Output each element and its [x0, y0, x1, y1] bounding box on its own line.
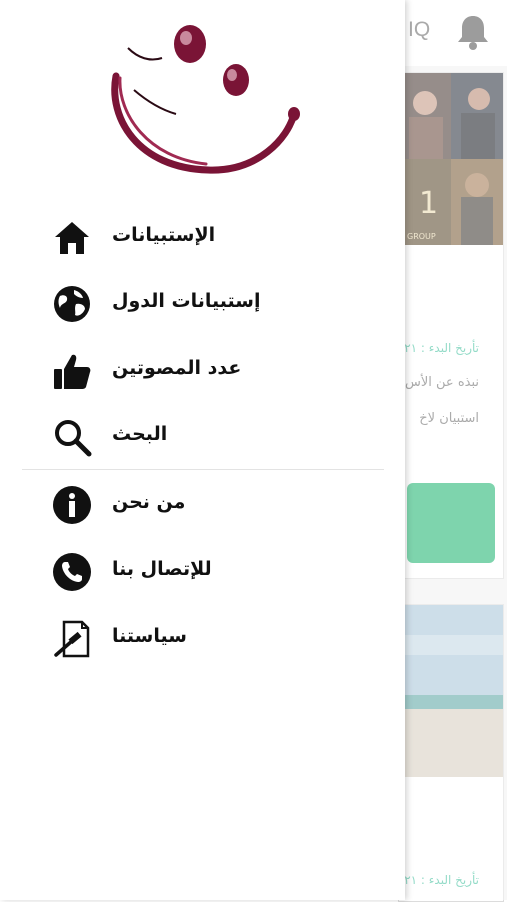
- menu-divider: [22, 469, 384, 470]
- menu-item-label: الإستبيانات: [112, 224, 216, 246]
- menu-item-contact[interactable]: للإتصال بنا: [0, 544, 405, 600]
- menu-item-about[interactable]: من نحن: [0, 477, 405, 533]
- search-icon: [50, 417, 94, 457]
- navigation-drawer: الإستبيانات إستبيانات الدول عدد المصوتين: [0, 0, 405, 900]
- menu-item-label: إستبيانات الدول: [112, 290, 261, 312]
- app-logo: [111, 25, 300, 174]
- menu-item-label: عدد المصوتين: [112, 357, 242, 379]
- gavel-document-icon: [50, 619, 94, 659]
- menu-item-label: سياستنا: [112, 625, 187, 647]
- info-icon: [50, 485, 94, 525]
- menu-item-label: من نحن: [112, 491, 186, 513]
- home-icon: [50, 218, 94, 258]
- menu-item-country-surveys[interactable]: إستبيانات الدول: [0, 276, 405, 332]
- menu-item-label: البحث: [112, 423, 168, 445]
- menu-item-voter-count[interactable]: عدد المصوتين: [0, 343, 405, 399]
- menu-item-surveys[interactable]: الإستبيانات: [0, 210, 405, 266]
- globe-icon: [50, 284, 94, 324]
- thumbs-up-icon: [50, 351, 94, 391]
- phone-icon: [50, 552, 94, 592]
- menu-item-policy[interactable]: سياستنا: [0, 611, 405, 667]
- menu-item-search[interactable]: البحث: [0, 409, 405, 465]
- menu-item-label: للإتصال بنا: [112, 558, 212, 580]
